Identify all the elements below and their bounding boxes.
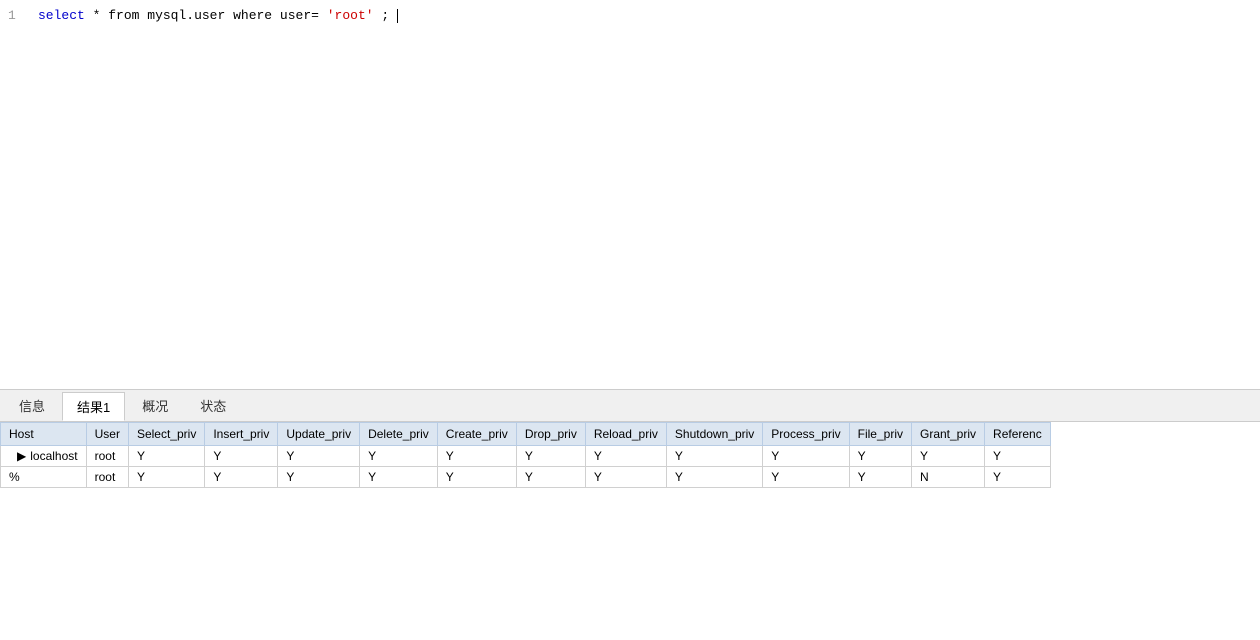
table-cell: Y <box>516 467 585 488</box>
code-plain-3: user= <box>280 8 319 23</box>
table-cell: Y <box>763 467 849 488</box>
table-cell: Y <box>128 467 204 488</box>
table-body: ▶localhostrootYYYYYYYYYYYY%rootYYYYYYYYY… <box>1 446 1051 488</box>
result-tabs: 信息 结果1 概况 状态 <box>0 390 1260 422</box>
col-header-user: User <box>86 423 128 446</box>
table-cell: Y <box>666 467 762 488</box>
col-header-process_priv: Process_priv <box>763 423 849 446</box>
table-cell: Y <box>585 446 666 467</box>
table-cell: Y <box>205 446 278 467</box>
row-indicator-icon: ▶ <box>17 449 26 463</box>
col-header-create_priv: Create_priv <box>437 423 516 446</box>
table-row[interactable]: %rootYYYYYYYYYYNY <box>1 467 1051 488</box>
code-semicolon: ; <box>381 8 389 23</box>
col-header-select_priv: Select_priv <box>128 423 204 446</box>
code-plain: * <box>93 8 109 23</box>
table-cell: ▶localhost <box>1 446 87 467</box>
tab-overview[interactable]: 概况 <box>127 391 183 420</box>
col-header-reload_priv: Reload_priv <box>585 423 666 446</box>
col-header-insert_priv: Insert_priv <box>205 423 278 446</box>
col-header-file_priv: File_priv <box>849 423 911 446</box>
table-cell: N <box>912 467 985 488</box>
table-cell: Y <box>585 467 666 488</box>
code-line-1: 1 select * from mysql.user where user= '… <box>0 4 1260 28</box>
table-cell: Y <box>849 446 911 467</box>
table-cell: Y <box>516 446 585 467</box>
table-cell: Y <box>985 467 1051 488</box>
table-cell: Y <box>437 467 516 488</box>
keyword-from: from <box>108 8 139 23</box>
string-value: 'root' <box>327 8 374 23</box>
col-header-host: Host <box>1 423 87 446</box>
table-cell: root <box>86 446 128 467</box>
table-cell: % <box>1 467 87 488</box>
col-header-drop_priv: Drop_priv <box>516 423 585 446</box>
keyword-select: select <box>38 8 85 23</box>
col-header-grant_priv: Grant_priv <box>912 423 985 446</box>
keyword-where: where <box>233 8 272 23</box>
col-header-referenc: Referenc <box>985 423 1051 446</box>
tab-info[interactable]: 信息 <box>4 391 60 420</box>
table-row[interactable]: ▶localhostrootYYYYYYYYYYYY <box>1 446 1051 467</box>
table-header-row: HostUserSelect_privInsert_privUpdate_pri… <box>1 423 1051 446</box>
table-cell: Y <box>360 446 438 467</box>
table-cell: Y <box>666 446 762 467</box>
table-cell: Y <box>278 446 360 467</box>
code-content: select * from mysql.user where user= 'ro… <box>38 6 398 26</box>
line-number: 1 <box>8 6 28 26</box>
table-cell: Y <box>128 446 204 467</box>
code-plain-2: mysql.user <box>147 8 233 23</box>
text-cursor <box>397 9 398 23</box>
col-header-delete_priv: Delete_priv <box>360 423 438 446</box>
results-table: HostUserSelect_privInsert_privUpdate_pri… <box>0 422 1051 488</box>
table-cell: Y <box>763 446 849 467</box>
col-header-shutdown_priv: Shutdown_priv <box>666 423 762 446</box>
table-cell: Y <box>985 446 1051 467</box>
table-cell: root <box>86 467 128 488</box>
col-header-update_priv: Update_priv <box>278 423 360 446</box>
table-cell: Y <box>912 446 985 467</box>
table-cell: Y <box>205 467 278 488</box>
tab-result1[interactable]: 结果1 <box>62 392 125 421</box>
tab-status[interactable]: 状态 <box>185 391 241 420</box>
table-cell: Y <box>278 467 360 488</box>
table-cell: Y <box>360 467 438 488</box>
table-cell: Y <box>437 446 516 467</box>
table-cell: Y <box>849 467 911 488</box>
sql-editor[interactable]: 1 select * from mysql.user where user= '… <box>0 0 1260 390</box>
results-table-container: HostUserSelect_privInsert_privUpdate_pri… <box>0 422 1260 488</box>
